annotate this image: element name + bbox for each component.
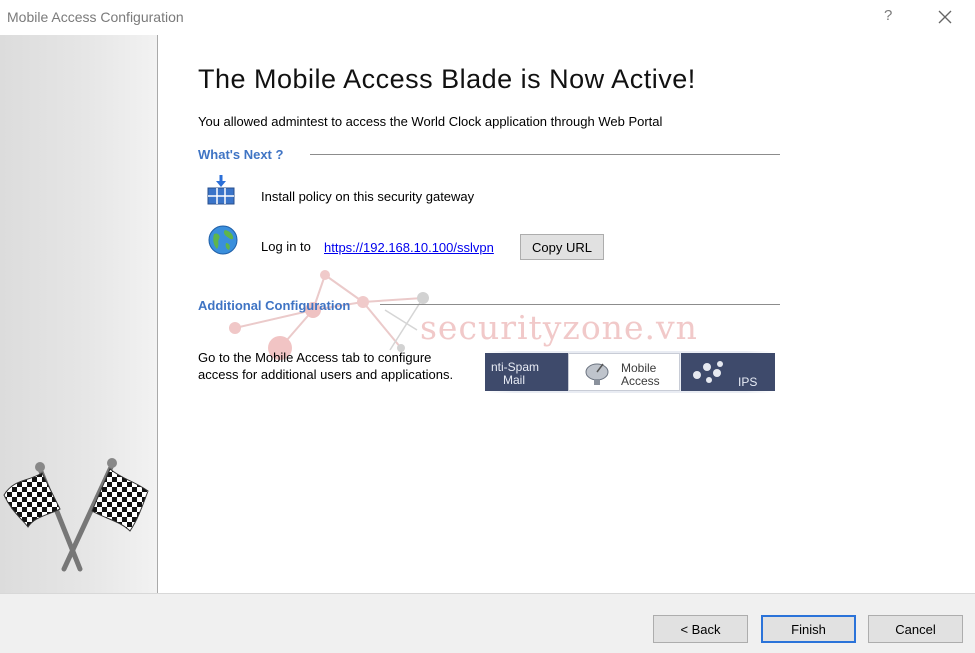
checkered-flags-icon	[3, 458, 149, 572]
cancel-button[interactable]: Cancel	[868, 615, 963, 643]
mobile-access-tab-line2: Access	[621, 374, 660, 388]
anti-spam-tab-image: nti-Spam Mail	[485, 353, 568, 391]
mobile-access-tab-label: Mobile Access	[621, 362, 660, 388]
section-divider	[310, 154, 780, 155]
ips-tab-image: IPS	[681, 353, 775, 391]
back-button[interactable]: < Back	[653, 615, 748, 643]
ips-tab-label: IPS	[738, 375, 758, 389]
tabs-illustration: nti-Spam Mail Mobile Access IPS	[485, 351, 775, 393]
additional-config-heading: Additional Configuration	[198, 298, 351, 313]
sslvpn-url-link[interactable]: https://192.168.10.100/sslvpn	[324, 240, 494, 255]
network-nodes-icon	[693, 361, 723, 383]
mobile-access-tab-image: Mobile Access	[568, 353, 680, 391]
section-divider	[380, 304, 780, 305]
globe-icon	[208, 225, 238, 255]
watermark-text: securityzone.vn	[420, 308, 698, 347]
window-title: Mobile Access Configuration	[7, 9, 184, 25]
title-bar: Mobile Access Configuration ?	[0, 0, 975, 34]
additional-config-line2: access for additional users and applicat…	[198, 367, 454, 382]
mail-tab-label: Mail	[503, 373, 526, 387]
additional-config-line1: Go to the Mobile Access tab to configure	[198, 350, 432, 365]
whats-next-heading: What's Next ?	[198, 147, 284, 162]
close-icon[interactable]	[934, 6, 956, 28]
satellite-dish-icon	[585, 363, 609, 385]
login-prefix-text: Log in to	[261, 239, 311, 254]
copy-url-button[interactable]: Copy URL	[520, 234, 604, 260]
wizard-side-panel	[0, 35, 158, 593]
install-policy-text: Install policy on this security gateway	[261, 189, 475, 204]
access-summary-text: You allowed admintest to access the Worl…	[198, 114, 663, 129]
help-button[interactable]: ?	[884, 7, 892, 24]
page-title: The Mobile Access Blade is Now Active!	[198, 64, 696, 94]
install-policy-icon	[207, 175, 235, 205]
finish-button[interactable]: Finish	[761, 615, 856, 643]
